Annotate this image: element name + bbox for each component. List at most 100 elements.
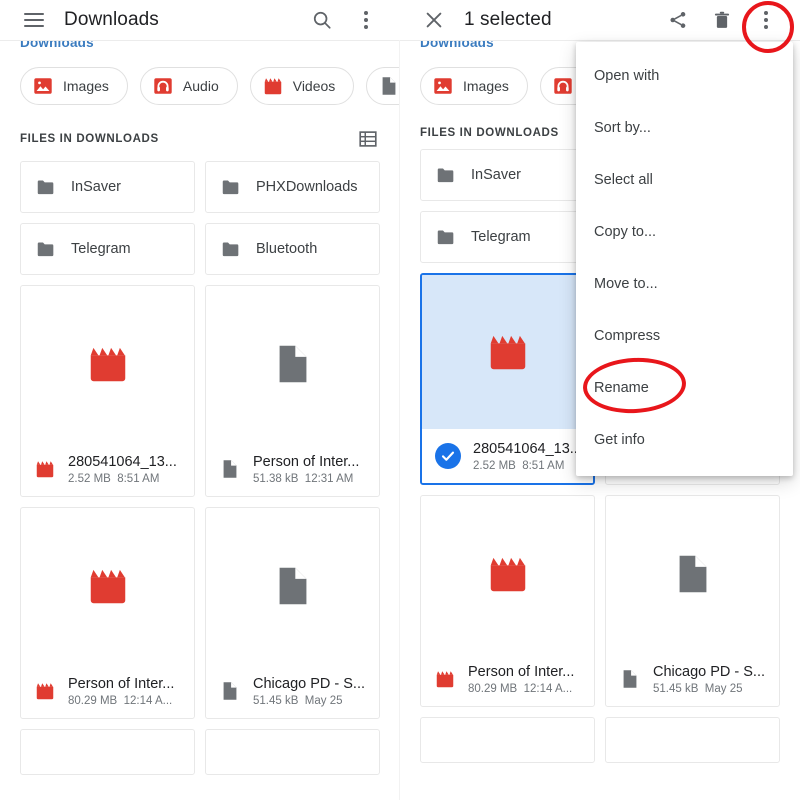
file-thumbnail (21, 286, 194, 442)
file-subtitle: 2.52 MB 8:51 AM (473, 460, 581, 472)
file-subtitle: 80.29 MB 12:14 A... (468, 683, 574, 695)
file-card-partial[interactable] (20, 729, 195, 775)
folder-card[interactable]: InSaver (420, 149, 595, 201)
file-thumbnail (606, 496, 779, 652)
left-appbar: Downloads (0, 0, 400, 40)
document-icon (378, 75, 400, 97)
chip-images[interactable]: Images (20, 67, 128, 105)
file-meta: Chicago PD - S... 51.45 kB May 25 (606, 652, 779, 706)
file-name: Chicago PD - S... (653, 663, 765, 681)
file-text: Chicago PD - S... 51.45 kB May 25 (253, 675, 365, 707)
folder-card[interactable]: Telegram (420, 211, 595, 263)
file-card[interactable]: Person of Inter... 80.29 MB 12:14 A... (420, 495, 595, 707)
folder-icon (435, 164, 457, 186)
section-title: FILES IN DOWNLOADS (20, 133, 159, 145)
chip-videos[interactable]: Videos (250, 67, 355, 105)
headphones-icon (152, 75, 174, 97)
file-card-selected[interactable]: 280541064_13... 2.52 MB 8:51 AM (420, 273, 595, 485)
file-subtitle: 51.45 kB May 25 (653, 683, 765, 695)
share-button[interactable] (656, 0, 700, 40)
overflow-menu: Open with Sort by... Select all Copy to.… (576, 42, 793, 476)
file-meta: 280541064_13... 2.52 MB 8:51 AM (21, 442, 194, 496)
file-time: May 25 (305, 695, 343, 707)
selected-check-icon[interactable] (435, 443, 461, 469)
appbar-divider (400, 40, 800, 41)
menu-item-move-to[interactable]: Move to... (576, 258, 793, 310)
file-time: 8:51 AM (522, 460, 564, 472)
breadcrumb[interactable]: Downloads (0, 40, 400, 53)
check-icon (440, 448, 456, 464)
menu-item-compress[interactable]: Compress (576, 310, 793, 362)
selection-count-title: 1 selected (464, 9, 552, 31)
file-thumbnail (422, 275, 593, 429)
file-name: 280541064_13... (68, 453, 177, 471)
folder-name: Telegram (71, 241, 131, 257)
file-text: Chicago PD - S... 51.45 kB May 25 (653, 663, 765, 695)
file-card-partial[interactable] (605, 717, 780, 763)
list-view-icon (357, 128, 379, 150)
menu-item-copy-to[interactable]: Copy to... (576, 206, 793, 258)
file-text: Person of Inter... 51.38 kB 12:31 AM (253, 453, 359, 485)
clapperboard-icon (485, 551, 531, 597)
folder-icon (220, 176, 242, 198)
menu-item-get-info[interactable]: Get info (576, 414, 793, 466)
view-toggle-button[interactable] (356, 127, 380, 151)
file-meta: Person of Inter... 51.38 kB 12:31 AM (206, 442, 379, 496)
delete-button[interactable] (700, 0, 744, 40)
hamburger-menu-button[interactable] (12, 13, 56, 27)
folder-name: InSaver (71, 179, 121, 195)
file-size: 2.52 MB (68, 473, 111, 485)
document-icon (619, 668, 641, 690)
file-card-partial[interactable] (205, 729, 380, 775)
left-overflow-button[interactable] (344, 0, 388, 40)
file-card[interactable]: Chicago PD - S... 51.45 kB May 25 (205, 507, 380, 719)
file-name: Person of Inter... (68, 675, 174, 693)
search-icon (311, 9, 333, 31)
chip-label: Images (63, 78, 109, 94)
menu-item-sort-by[interactable]: Sort by... (576, 102, 793, 154)
image-icon (432, 75, 454, 97)
chip-images[interactable]: Images (420, 67, 528, 105)
right-overflow-button[interactable] (744, 0, 788, 40)
file-card[interactable]: Chicago PD - S... 51.45 kB May 25 (605, 495, 780, 707)
file-time: 12:31 AM (305, 473, 354, 485)
menu-item-select-all[interactable]: Select all (576, 154, 793, 206)
file-card-partial[interactable] (420, 717, 595, 763)
file-time: 12:14 A... (524, 683, 573, 695)
appbar-divider (0, 40, 400, 41)
folder-icon (35, 238, 57, 260)
left-content: Downloads Images (0, 40, 400, 800)
folder-name: PHXDownloads (256, 179, 358, 195)
file-card[interactable]: Person of Inter... 51.38 kB 12:31 AM (205, 285, 380, 497)
document-icon (219, 680, 241, 702)
document-icon (670, 551, 716, 597)
chip-documents[interactable]: Do (366, 67, 400, 105)
folder-card[interactable]: Bluetooth (205, 223, 380, 275)
clapperboard-icon (262, 75, 284, 97)
document-icon (270, 563, 316, 609)
file-meta: 280541064_13... 2.52 MB 8:51 AM (422, 429, 593, 483)
folder-card[interactable]: PHXDownloads (205, 161, 380, 213)
page-title: Downloads (64, 9, 159, 31)
menu-item-rename[interactable]: Rename (576, 362, 793, 414)
file-thumbnail (206, 286, 379, 442)
folder-card[interactable]: InSaver (20, 161, 195, 213)
chip-audio[interactable]: Audio (140, 67, 238, 105)
file-card[interactable]: Person of Inter... 80.29 MB 12:14 A... (20, 507, 195, 719)
chip-label: Videos (293, 78, 336, 94)
file-card[interactable]: 280541064_13... 2.52 MB 8:51 AM (20, 285, 195, 497)
close-selection-button[interactable] (412, 9, 456, 31)
file-time: 8:51 AM (117, 473, 159, 485)
file-thumbnail (21, 508, 194, 664)
folder-card[interactable]: Telegram (20, 223, 195, 275)
file-text: Person of Inter... 80.29 MB 12:14 A... (68, 675, 174, 707)
file-size: 51.45 kB (653, 683, 698, 695)
app-screen: Downloads Downloads (0, 0, 800, 800)
clapperboard-icon (85, 341, 131, 387)
file-meta: Chicago PD - S... 51.45 kB May 25 (206, 664, 379, 718)
search-button[interactable] (300, 0, 344, 40)
file-size: 80.29 MB (468, 683, 517, 695)
clapperboard-icon (34, 680, 56, 702)
file-size: 80.29 MB (68, 695, 117, 707)
menu-item-open-with[interactable]: Open with (576, 50, 793, 102)
